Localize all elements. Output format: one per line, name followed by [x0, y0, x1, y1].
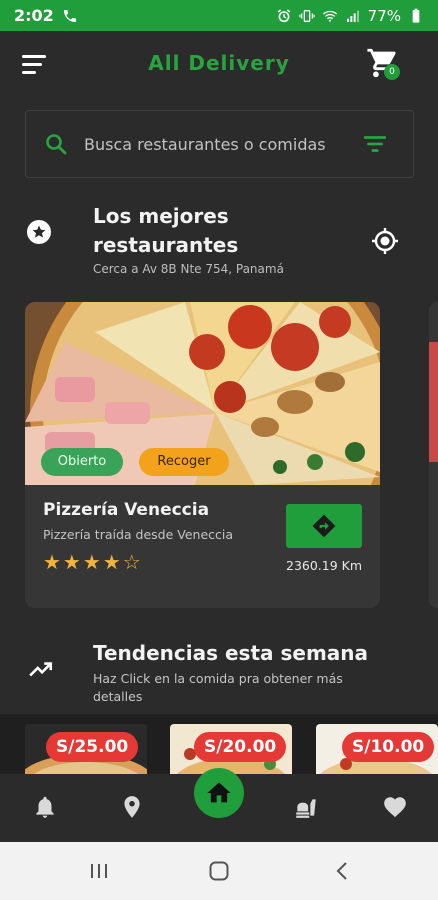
phone-icon [63, 9, 76, 22]
restaurant-description: Pizzería traída desde Veneccia [43, 527, 234, 542]
location-pin-icon[interactable] [119, 794, 145, 820]
app-bar: All Delivery 0 [0, 31, 438, 99]
bottom-navigation [0, 768, 438, 842]
price-badge: S/25.00 [46, 732, 139, 762]
section-subtitle-trends: Haz Click en la comida pra obtener más d… [93, 671, 343, 704]
status-bar: 2:02 77% [0, 0, 438, 31]
rating-stars: ★★★★☆ [43, 550, 143, 574]
back-icon[interactable] [332, 860, 354, 882]
restaurant-name: Pizzería Veneccia [43, 500, 210, 520]
section-subtitle-location: Cerca a Av 8B Nte 754, Panamá [93, 262, 284, 276]
battery-percent: 77% [367, 6, 401, 25]
cart-count-badge: 0 [384, 64, 400, 80]
wifi-icon [322, 10, 337, 22]
status-time: 2:02 [14, 6, 54, 25]
next-restaurant-card-peek[interactable] [429, 302, 438, 608]
home-icon [207, 782, 231, 803]
fast-food-icon[interactable] [293, 794, 319, 820]
section-title-trends: Tendencias esta semana [93, 641, 369, 665]
restaurant-card[interactable]: Obierto Recoger Pizzería Veneccia Pizzer… [25, 302, 380, 608]
price-badge: S/10.00 [342, 732, 435, 762]
notifications-icon[interactable] [32, 794, 58, 820]
recent-apps-icon[interactable] [88, 860, 110, 882]
search-bar[interactable] [25, 110, 414, 178]
section-title-best-restaurants: Los mejores restaurantes [93, 204, 239, 257]
trending-food-list: S/25.00 S/20.00 S/10.00 [0, 714, 438, 774]
status-open-badge: Obierto [41, 448, 123, 476]
price-badge: S/20.00 [194, 732, 287, 762]
directions-button[interactable] [286, 504, 362, 548]
trending-up-icon [29, 662, 53, 677]
favorite-icon[interactable] [382, 794, 408, 820]
filter-icon[interactable] [362, 131, 388, 157]
system-navigation-bar [0, 842, 438, 900]
cart-button[interactable]: 0 [366, 46, 402, 82]
alarm-icon [277, 8, 291, 22]
home-button[interactable] [194, 768, 244, 818]
search-input[interactable] [84, 134, 354, 154]
directions-icon [312, 514, 336, 538]
restaurant-distance: 2360.19 Km [286, 558, 363, 573]
battery-icon [412, 8, 420, 23]
vibrate-icon [299, 9, 315, 22]
search-icon [46, 134, 67, 155]
star-circle-icon [27, 220, 51, 244]
home-circle-icon[interactable] [208, 860, 230, 882]
gps-icon[interactable] [370, 226, 400, 256]
signal-icon [346, 10, 359, 22]
pickup-badge: Recoger [139, 448, 229, 476]
